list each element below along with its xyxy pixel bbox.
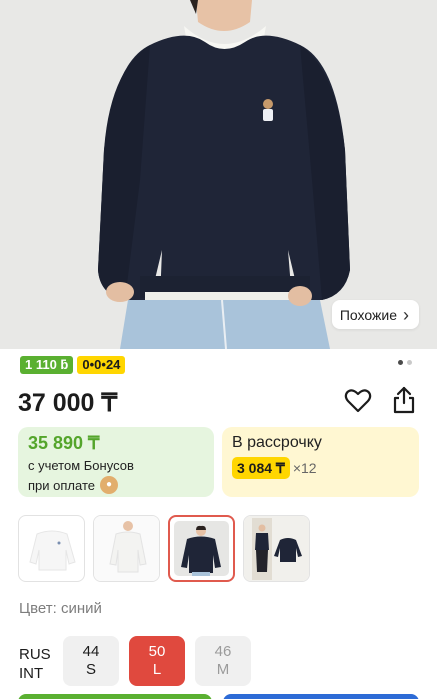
color-label: Цвет: синий — [19, 600, 102, 617]
bonus-price: 35 890 ₸ — [28, 433, 100, 453]
size-system-int: INT — [19, 665, 44, 682]
bonus-note-line1: с учетом Бонусов — [28, 458, 134, 473]
size-int: L — [152, 661, 162, 678]
bonus-note-line2: при оплате ● — [28, 476, 118, 494]
installment-multiplier: ×12 — [292, 460, 317, 476]
size-int: S — [85, 661, 96, 678]
bonus-price-card[interactable]: 35 890 ₸ с учетом Бонусов при оплате ● — [18, 427, 214, 497]
color-thumb-navy-selected[interactable] — [168, 515, 235, 582]
chevron-right-icon: › — [403, 304, 409, 325]
size-system-labels: RUS INT — [19, 645, 51, 683]
color-variants — [18, 515, 310, 582]
installment-title: В рассрочку — [232, 434, 322, 451]
sweatshirt-photo-illustration — [0, 0, 437, 349]
product-page: Похожие › 1 110 ƃ 0•0•24 37 000 ₸ 35 890… — [0, 0, 437, 699]
installment-badge: 0•0•24 — [77, 356, 126, 374]
buy-button[interactable] — [18, 694, 212, 699]
similar-button[interactable]: Похожие › — [331, 300, 419, 329]
carousel-dots — [398, 360, 412, 365]
navy-outfit-thumbnail — [244, 516, 309, 581]
color-thumb-white-1[interactable] — [18, 515, 85, 582]
share-icon — [393, 386, 415, 414]
size-option-m[interactable]: 46 M — [195, 636, 251, 686]
product-price: 37 000 ₸ — [18, 389, 118, 417]
add-to-cart-button[interactable] — [223, 694, 419, 699]
size-rus: 50 — [148, 643, 166, 660]
carousel-dot[interactable] — [398, 360, 403, 365]
payment-app-icon: ● — [99, 476, 118, 494]
size-int: M — [216, 661, 230, 678]
color-thumb-navy-outfit[interactable] — [243, 515, 310, 582]
bonus-badge: 1 110 ƃ — [20, 356, 74, 374]
similar-label: Похожие — [339, 306, 397, 323]
share-button[interactable] — [391, 386, 417, 414]
size-rus: 46 — [214, 643, 232, 660]
bonus-note-text: при оплате — [28, 477, 95, 493]
promo-badges: 1 110 ƃ 0•0•24 — [20, 356, 126, 374]
carousel-dot[interactable] — [407, 360, 412, 365]
size-options: 44 S 50 L 46 M — [63, 636, 251, 686]
white-sweatshirt-model-thumbnail — [94, 516, 159, 581]
navy-sweatshirt-thumbnail — [174, 521, 229, 576]
installment-card[interactable]: В рассрочку 3 084 ₸ ×12 — [222, 427, 419, 497]
size-rus: 44 — [82, 643, 100, 660]
heart-icon — [344, 389, 372, 413]
size-option-l-selected[interactable]: 50 L — [129, 636, 185, 686]
installment-row: 3 084 ₸ ×12 — [232, 457, 317, 479]
white-sweatshirt-thumbnail — [29, 530, 76, 571]
installment-monthly: 3 084 ₸ — [232, 457, 290, 479]
size-option-s[interactable]: 44 S — [63, 636, 119, 686]
size-system-rus: RUS — [19, 646, 51, 663]
color-thumb-white-2[interactable] — [93, 515, 160, 582]
favorite-button[interactable] — [344, 388, 372, 414]
product-photo[interactable]: Похожие › — [0, 0, 437, 349]
